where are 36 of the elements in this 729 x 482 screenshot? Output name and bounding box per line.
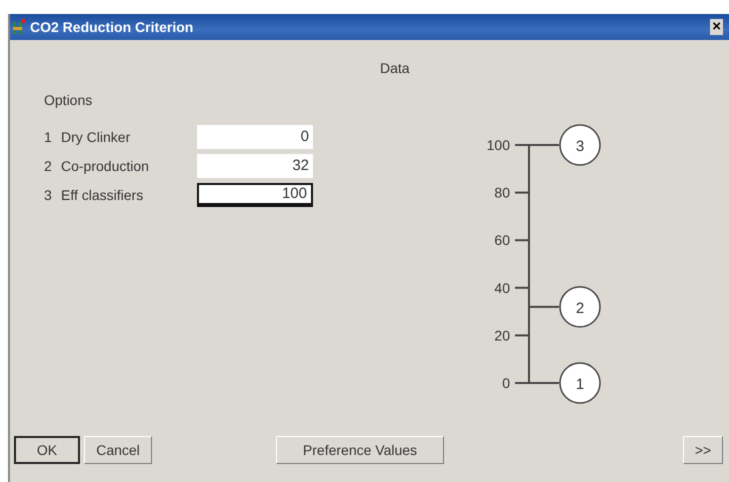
data-point: 1 [559,362,601,404]
value-field[interactable]: 32 [197,154,313,178]
leader-line [529,382,559,384]
close-button[interactable]: × [710,19,723,35]
option-number: 2 [44,158,53,174]
option-number: 1 [44,128,53,144]
tick-mark [515,382,529,384]
tick-label: 80 [494,184,510,201]
app-icon [12,19,26,35]
tick-mark [515,144,529,146]
tick-label: 60 [494,232,510,248]
tick-label: 0 [502,375,510,391]
tick-label: 100 [486,137,510,153]
option-number: 3 [44,186,53,202]
tick-label: 20 [494,327,510,344]
dialog-button[interactable]: Cancel [84,436,152,464]
leader-line [529,144,559,146]
tick-mark [515,239,529,242]
options-heading: Options [44,92,94,108]
data-heading: Data [380,60,410,76]
value-field[interactable]: 0 [197,124,313,148]
window-title: CO2 Reduction Criterion [30,19,194,35]
option-name: Eff classifiers [61,186,144,202]
dialog-button[interactable]: OK [14,436,80,464]
data-point: 2 [559,286,601,328]
option-name: Dry Clinker [61,128,132,144]
dialog-button[interactable]: >> [683,436,723,464]
leader-line [529,306,559,308]
tick-mark [515,334,529,336]
dialog-button[interactable]: Preference Values [276,436,444,464]
data-point: 3 [559,124,601,166]
tick-mark [515,192,529,194]
option-name: Co-production [61,158,150,174]
tick-mark [515,286,529,289]
tick-label: 40 [494,280,510,296]
value-field[interactable]: 100 [197,182,313,206]
